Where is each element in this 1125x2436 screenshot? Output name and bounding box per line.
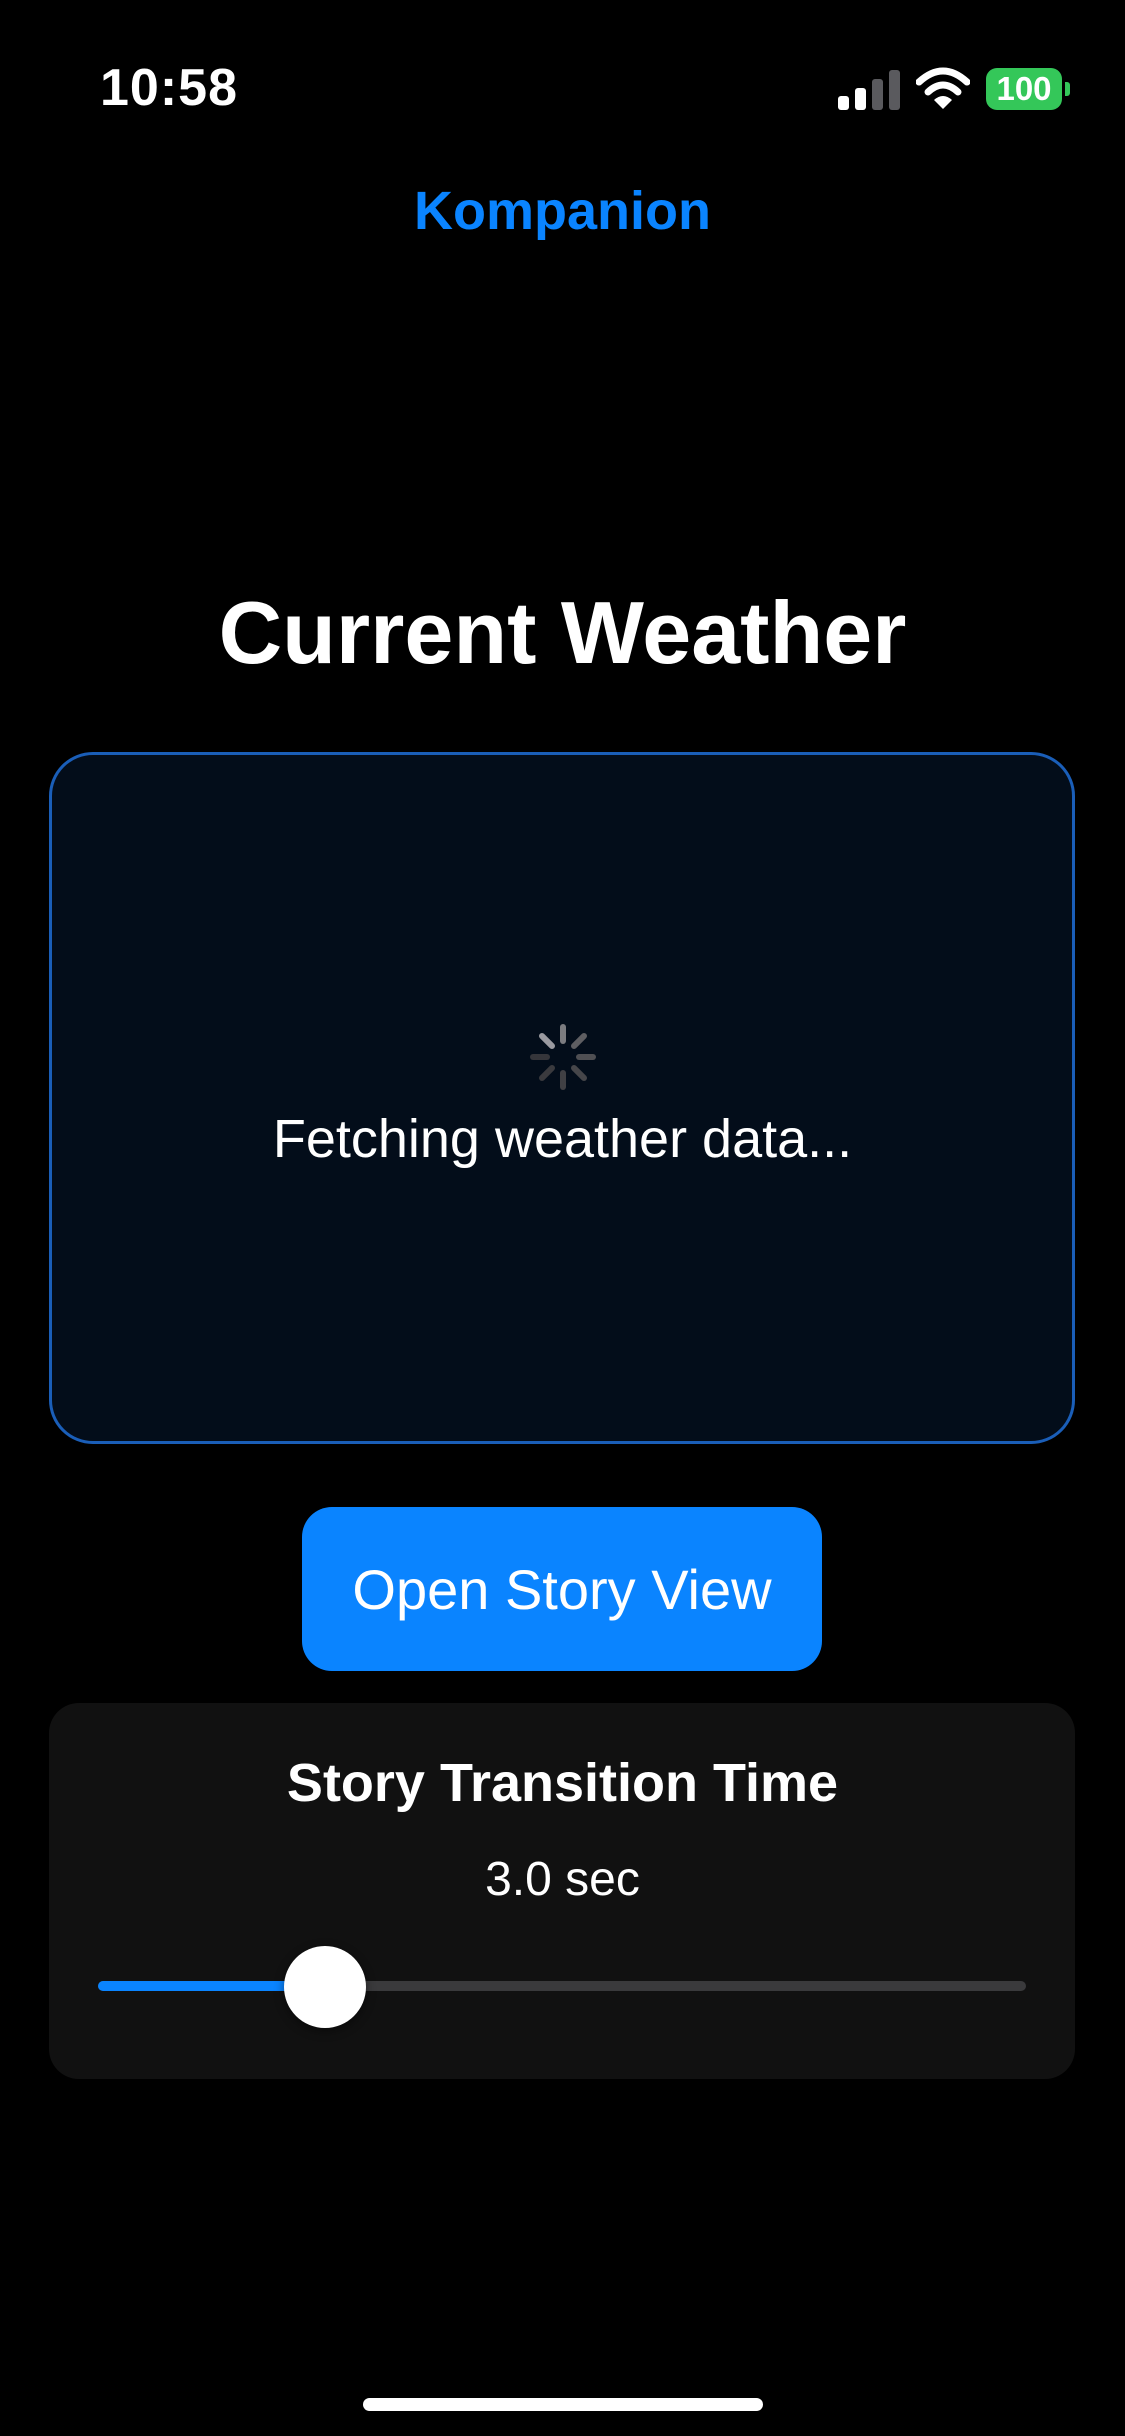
nav-title: Kompanion (414, 181, 711, 241)
open-story-view-button[interactable]: Open Story View (302, 1507, 822, 1671)
loading-text: Fetching weather data... (272, 1109, 853, 1169)
status-time: 10:58 (100, 59, 238, 117)
signal-icon (838, 70, 900, 110)
transition-time-value: 3.0 sec (485, 1853, 640, 1906)
status-bar: 10:58 100 (0, 0, 1125, 170)
transition-time-title: Story Transition Time (286, 1753, 839, 1813)
current-weather-heading: Current Weather (218, 583, 907, 682)
battery-tip (1065, 82, 1070, 96)
slider-thumb[interactable] (284, 1946, 366, 2028)
transition-time-slider[interactable] (98, 1946, 1026, 2028)
battery-level: 100 (986, 68, 1062, 110)
home-indicator (363, 2398, 763, 2411)
spinner-icon (530, 1024, 596, 1090)
weather-card (49, 752, 1075, 1444)
battery-icon: 100 (986, 68, 1070, 110)
wifi-icon (916, 67, 970, 109)
